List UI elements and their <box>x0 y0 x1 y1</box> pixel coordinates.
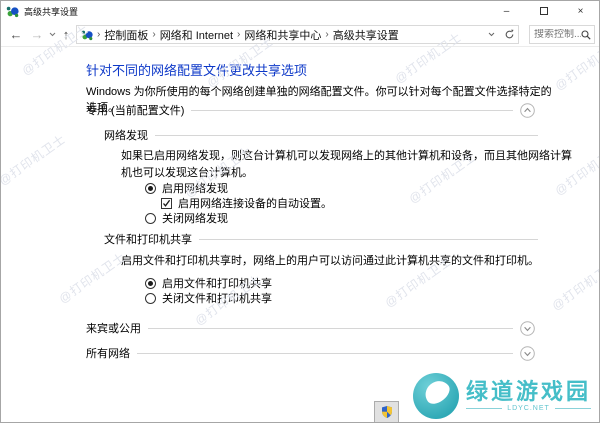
radio-unchecked-icon[interactable] <box>145 212 156 224</box>
network-sharing-icon <box>6 6 19 17</box>
checkbox-auto-setup-devices[interactable]: 启用网络连接设备的自动设置。 <box>161 195 332 211</box>
section-all-networks-title: 所有网络 <box>86 348 130 360</box>
address-dropdown-icon[interactable] <box>482 26 500 43</box>
section-private-title: 专用 (当前配置文件) <box>86 105 185 117</box>
radio-unchecked-icon[interactable] <box>145 292 156 304</box>
up-button[interactable]: ↑ <box>58 21 74 47</box>
back-button[interactable]: ← <box>7 21 25 47</box>
radio-disable-file-printer-sharing[interactable]: 关闭文件和打印机共享 <box>145 290 272 306</box>
breadcrumb-network-internet[interactable]: 网络和 Internet <box>160 27 233 43</box>
section-all-networks: 所有网络 <box>86 345 535 361</box>
checkbox-checked-icon[interactable] <box>161 197 172 209</box>
radio-label: 启用网络发现 <box>162 183 228 195</box>
history-dropdown-icon[interactable] <box>47 21 57 47</box>
breadcrumb-advanced-sharing[interactable]: 高级共享设置 <box>333 27 399 43</box>
breadcrumb-separator: › <box>325 29 329 40</box>
logo-subtitle-row: LDYC.NET <box>465 404 592 412</box>
save-changes-button[interactable] <box>374 401 399 422</box>
divider <box>199 238 538 240</box>
radio-enable-file-printer-sharing[interactable]: 启用文件和打印机共享 <box>145 275 272 291</box>
page-title: 针对不同的网络配置文件更改共享选项 <box>86 63 308 78</box>
section-guest-public-title: 来宾或公用 <box>86 323 141 335</box>
search-input[interactable] <box>530 29 581 40</box>
divider <box>137 352 513 354</box>
divider <box>191 109 513 111</box>
advanced-sharing-settings-window: 高级共享设置 – × ← → ↑ › 控制面板 › 网络和 Internet › <box>0 0 600 423</box>
breadcrumb-control-panel[interactable]: 控制面板 <box>104 27 148 43</box>
maximize-icon <box>539 7 548 15</box>
refresh-icon[interactable] <box>500 26 518 43</box>
minimize-button[interactable]: – <box>488 1 525 21</box>
file-printer-sharing-title: 文件和打印机共享 <box>104 234 192 246</box>
close-button[interactable]: × <box>562 1 599 21</box>
checkbox-label: 启用网络连接设备的自动设置。 <box>178 198 332 210</box>
breadcrumb-separator: › <box>97 29 101 40</box>
window-title: 高级共享设置 <box>24 6 79 17</box>
search-box[interactable] <box>529 25 595 44</box>
divider <box>155 134 538 136</box>
radio-label: 启用文件和打印机共享 <box>162 278 272 290</box>
collapse-section-icon[interactable] <box>520 102 535 118</box>
subsection-file-printer-sharing: 文件和打印机共享 <box>104 231 538 247</box>
divider <box>465 407 503 409</box>
divider <box>148 327 513 329</box>
expand-section-icon[interactable] <box>520 320 535 336</box>
radio-label: 关闭网络发现 <box>162 213 228 225</box>
uac-shield-icon <box>381 406 392 418</box>
logo-leaf-icon <box>412 373 459 419</box>
forward-button[interactable]: → <box>28 21 46 47</box>
breadcrumb-separator: › <box>237 29 241 40</box>
site-logo: 绿道游戏园 LDYC.NET <box>404 371 593 421</box>
network-discovery-description: 如果已启用网络发现，则这台计算机可以发现网络上的其他计算机和设备，而且其他网络计… <box>121 150 572 179</box>
file-printer-sharing-description: 启用文件和打印机共享时，网络上的用户可以访问通过此计算机共享的文件和打印机。 <box>121 255 539 267</box>
breadcrumb-network-sharing-center[interactable]: 网络和共享中心 <box>244 27 321 43</box>
subsection-network-discovery: 网络发现 <box>104 127 538 143</box>
title-bar: 高级共享设置 – × <box>1 1 599 21</box>
section-private: 专用 (当前配置文件) <box>86 102 535 118</box>
radio-checked-icon[interactable] <box>145 277 156 289</box>
logo-subtitle: LDYC.NET <box>507 404 550 412</box>
search-icon <box>581 29 591 40</box>
radio-checked-icon[interactable] <box>145 182 156 194</box>
expand-section-icon[interactable] <box>520 345 535 361</box>
maximize-button[interactable] <box>525 1 562 21</box>
breadcrumb-separator: › <box>152 29 156 40</box>
navigation-bar: ← → ↑ › 控制面板 › 网络和 Internet › 网络和共享中心 › … <box>1 21 599 47</box>
main-content: 针对不同的网络配置文件更改共享选项 Windows 为你所使用的每个网络创建单独… <box>1 47 599 422</box>
section-guest-public: 来宾或公用 <box>86 320 535 336</box>
address-bar[interactable]: › 控制面板 › 网络和 Internet › 网络和共享中心 › 高级共享设置 <box>76 25 519 44</box>
divider <box>554 407 592 409</box>
logo-name: 绿道游戏园 <box>465 379 591 405</box>
network-sharing-icon <box>81 30 93 40</box>
network-discovery-title: 网络发现 <box>104 130 148 142</box>
radio-enable-network-discovery[interactable]: 启用网络发现 <box>145 180 228 196</box>
radio-label: 关闭文件和打印机共享 <box>162 293 272 305</box>
radio-disable-network-discovery[interactable]: 关闭网络发现 <box>145 210 228 226</box>
